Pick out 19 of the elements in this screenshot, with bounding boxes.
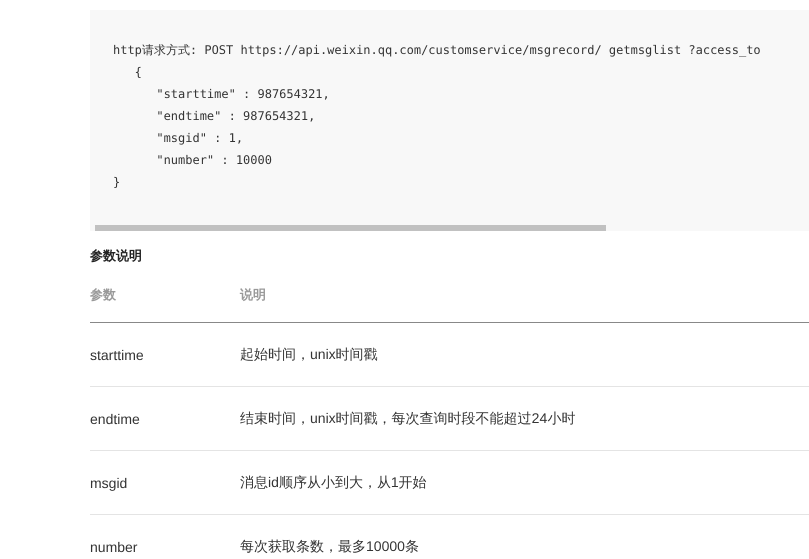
table-cell-text: starttime [90,346,145,362]
code-line: http请求方式: POST https://api.weixin.qq.com/customservice/msgrecord/ getmsglist ?access_to [113,42,761,59]
code-line: } [113,174,120,191]
table-cell-text: endtime [90,410,141,426]
table-cell-text: number [90,538,138,554]
section-title: 参数说明 [90,248,142,264]
scrollbar-thumb[interactable] [95,225,606,231]
table-cell: 每次获取条数，最多10000条 [240,538,419,556]
table-cell: 结束时间，unix时间戳，每次查询时段不能超过24小时 [240,410,576,428]
column-header: 说明 [240,286,266,304]
table-cell: 消息id顺序从小到大，从1开始 [240,474,427,492]
code-line: "number" : 10000 [155,152,272,169]
table-cell: 起始时间，unix时间戳 [240,346,378,364]
code-line: "starttime" : 987654321, [155,86,330,103]
code-line: "endtime" : 987654321, [155,108,316,125]
column-header: 参数 [90,286,117,304]
code-line: { [134,64,142,81]
table-cell-text: msgid [90,474,128,490]
code-line: "msgid" : 1, [155,130,244,147]
